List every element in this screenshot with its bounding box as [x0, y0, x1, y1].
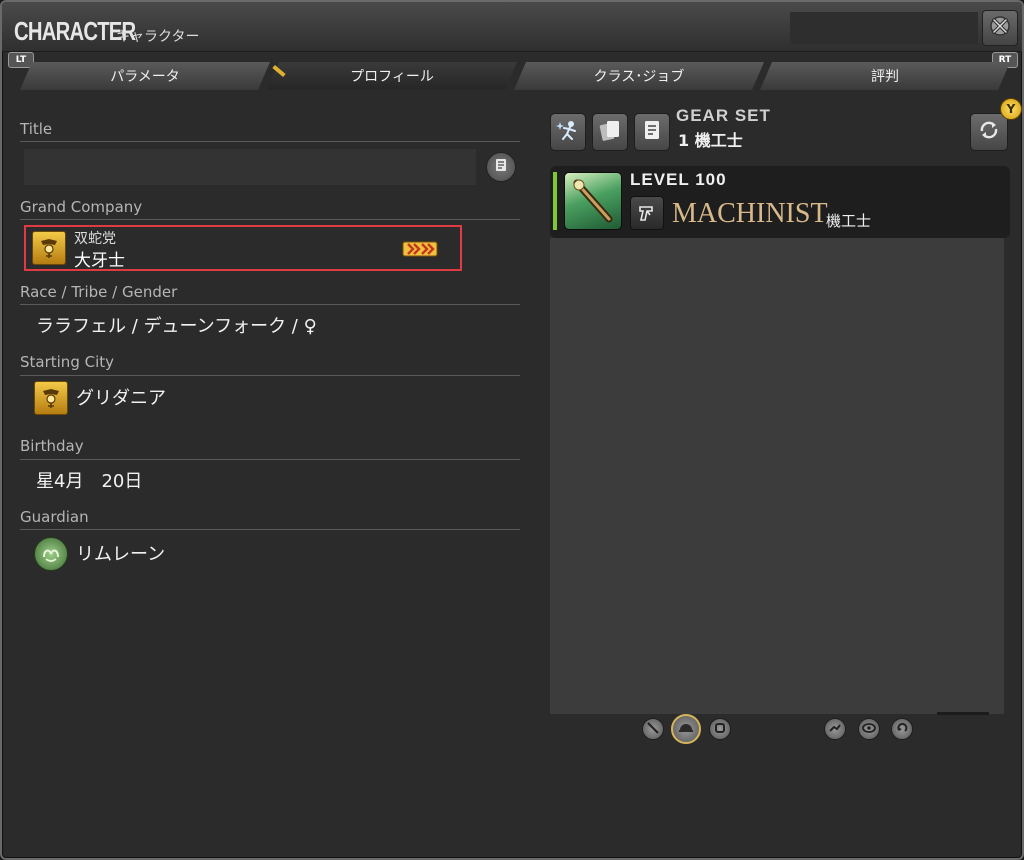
visor-icon — [713, 720, 727, 739]
hide-weapon-button[interactable] — [642, 718, 664, 740]
tab-bar: パラメータ プロフィール クラス･ジョブ 評判 — [20, 62, 1010, 90]
guardian-label: Guardian — [20, 508, 89, 526]
city-emblem-icon — [34, 381, 68, 415]
rotate-icon — [895, 720, 909, 739]
cards-icon — [597, 117, 623, 147]
level-progress-fill — [553, 172, 557, 230]
grand-company-name: 双蛇党 — [74, 231, 116, 247]
twin-adder-emblem-icon — [32, 231, 66, 265]
birthday-divider — [20, 459, 520, 460]
visor-toggle-button[interactable] — [709, 718, 731, 740]
helmet-icon — [677, 718, 695, 740]
character-window: CHARACTER キャラクター LT RT パラメータ プロフィール クラス･… — [0, 0, 1024, 860]
race-label: Race / Tribe / Gender — [20, 283, 178, 301]
grand-company-divider — [20, 219, 520, 220]
hide-headgear-button[interactable] — [671, 714, 701, 744]
title-label: Title — [20, 120, 53, 138]
starting-city-label: Starting City — [20, 353, 115, 371]
gear-set-value: 1 機工士 — [678, 131, 743, 150]
guardian-divider — [20, 529, 520, 530]
edit-list-icon — [493, 157, 509, 177]
machinist-job-icon — [630, 196, 664, 230]
starting-city-value: グリダニア — [76, 388, 166, 409]
birthday-label: Birthday — [20, 437, 84, 455]
race-divider — [20, 304, 520, 305]
level-progress-bar — [553, 172, 557, 230]
preview-edge — [937, 712, 989, 715]
starting-city-divider — [20, 375, 520, 376]
sparkle-figure-icon — [555, 117, 581, 147]
tab-parameters[interactable]: パラメータ — [20, 62, 270, 90]
grand-company-rank: 大牙士 — [74, 251, 125, 271]
list-document-icon — [640, 118, 664, 146]
level-label: LEVEL 100 — [630, 170, 727, 189]
close-button[interactable] — [982, 10, 1018, 46]
gear-list-button[interactable] — [634, 113, 670, 151]
swap-gearset-button[interactable] — [970, 113, 1008, 151]
guardian-deity-icon — [34, 537, 68, 571]
weapon-icon[interactable] — [564, 172, 622, 230]
job-name-jp: 機工士 — [826, 212, 872, 230]
pose-icon — [828, 720, 842, 739]
status-effects-button[interactable] — [550, 113, 586, 151]
tab-class-job[interactable]: クラス･ジョブ — [514, 62, 764, 90]
cards-button[interactable] — [592, 113, 628, 151]
title-bar-blank — [790, 12, 978, 44]
sword-icon — [646, 720, 660, 739]
pose-button[interactable] — [824, 718, 846, 740]
rotate-reset-button[interactable] — [891, 718, 913, 740]
grand-company-label: Grand Company — [20, 198, 143, 216]
title-edit-button[interactable] — [486, 152, 516, 182]
rank-insignia-icon — [402, 240, 438, 258]
gear-set-label: GEAR SET — [676, 106, 771, 125]
tab-reputation[interactable]: 評判 — [760, 62, 1010, 90]
title-bar: CHARACTER キャラクター — [2, 2, 1022, 52]
title-field — [24, 149, 476, 185]
view-button[interactable] — [858, 718, 880, 740]
window-subtitle: キャラクター — [116, 29, 200, 45]
tab-profile[interactable]: プロフィール — [267, 62, 517, 90]
character-preview-area[interactable] — [550, 238, 1004, 714]
race-value: ララフェル / デューンフォーク / ♀ — [36, 316, 317, 337]
title-divider — [20, 141, 520, 142]
y-button-badge[interactable]: Y — [1000, 98, 1022, 120]
birthday-value: 星4月 20日 — [36, 471, 143, 492]
guardian-value: リムレーン — [76, 544, 166, 565]
gear-close-icon — [987, 13, 1013, 43]
job-name: MACHINIST — [672, 198, 828, 229]
swap-arrows-icon — [976, 117, 1002, 147]
eye-icon — [861, 720, 877, 739]
